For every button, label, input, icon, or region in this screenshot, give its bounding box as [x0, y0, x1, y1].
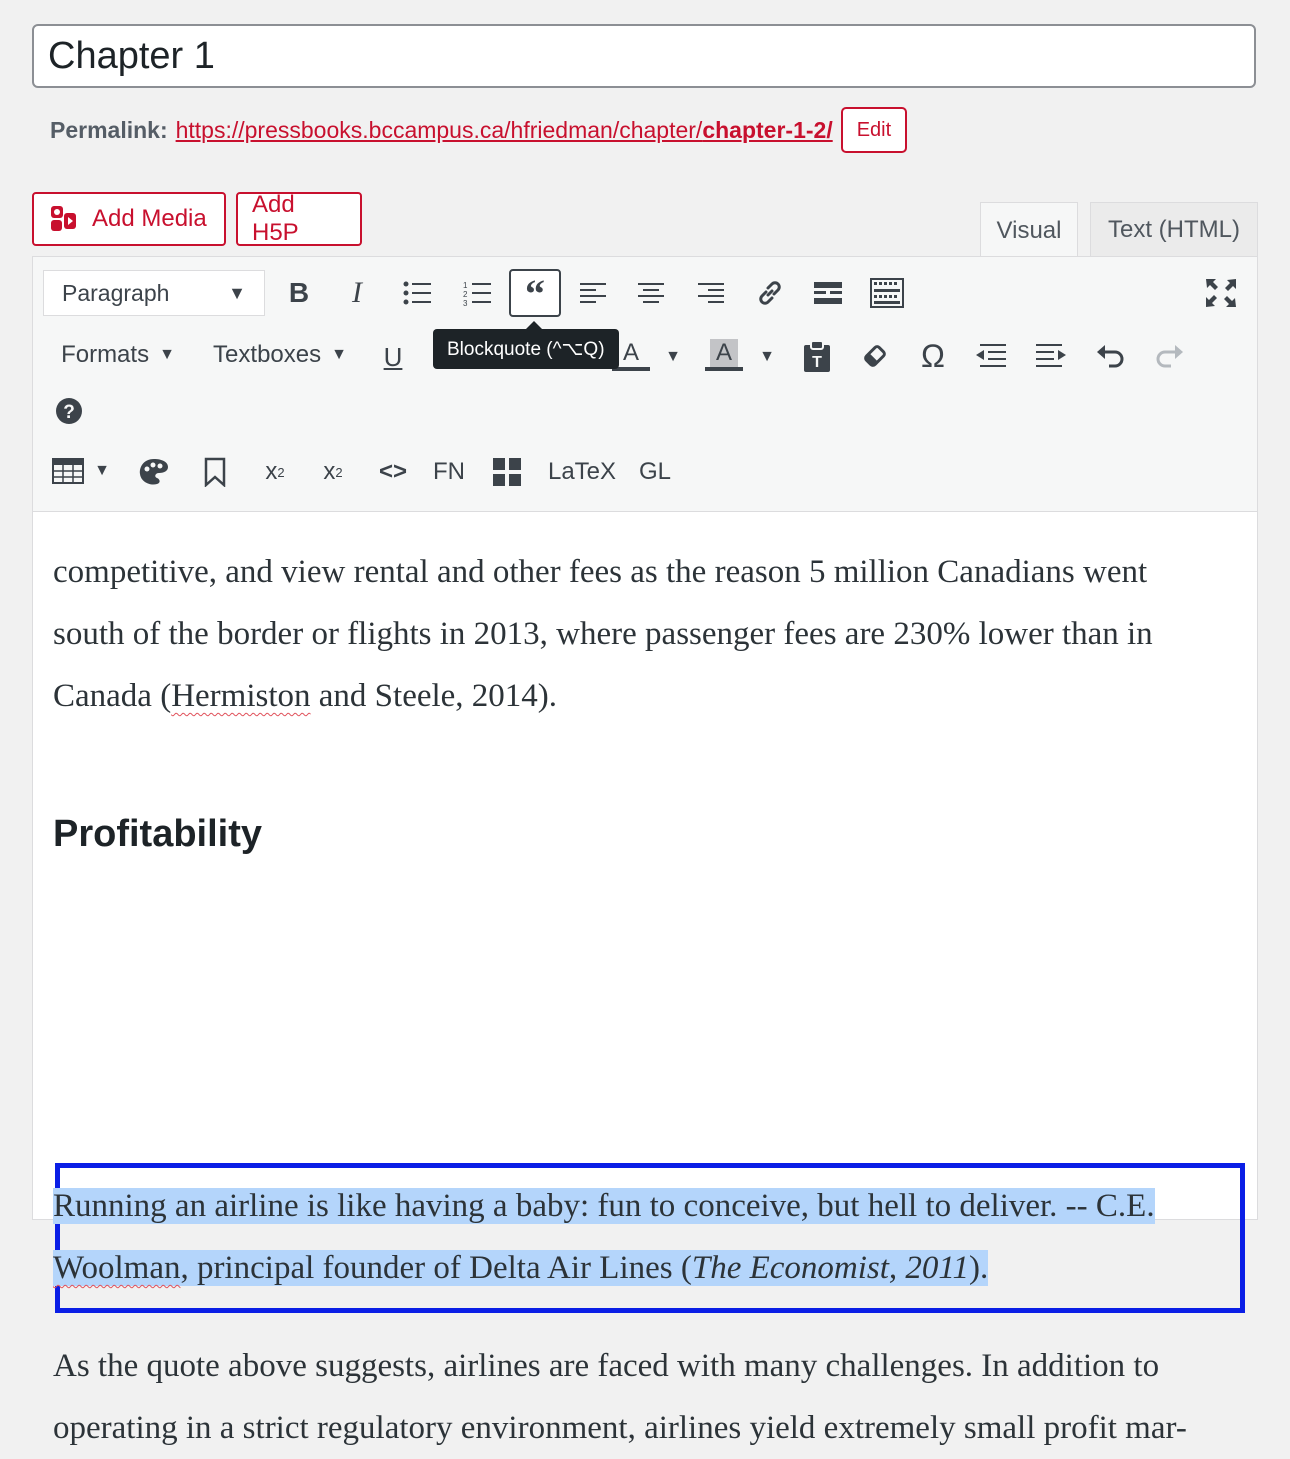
para1-line3-pre: Canada ( [53, 678, 172, 714]
chevron-down-icon: ▼ [228, 282, 246, 303]
media-icon [51, 206, 76, 231]
quote-line1: Running an airline is like having a baby… [53, 1188, 1155, 1224]
align-center-icon[interactable] [633, 271, 669, 315]
add-media-label: Add Media [92, 205, 207, 232]
format-select-value: Paragraph [62, 279, 170, 306]
svg-text:T: T [812, 354, 822, 371]
blockquote-icon[interactable]: “ [509, 269, 561, 317]
quote-line2-mid: , principal founder of Delta Air Lines ( [180, 1250, 692, 1286]
indent-icon[interactable] [1033, 335, 1069, 377]
permalink-slug: chapter-1-2/ [702, 116, 833, 143]
para2-line2: operating in a strict regulatory environ… [53, 1410, 1187, 1446]
add-h5p-button[interactable]: Add H5P [236, 191, 362, 246]
chevron-down-icon[interactable]: ▼ [661, 337, 685, 377]
format-select[interactable]: Paragraph ▼ [43, 270, 265, 316]
formats-menu[interactable]: Formats ▼ [53, 335, 183, 375]
svg-text:1: 1 [463, 281, 468, 290]
fullscreen-icon[interactable] [1201, 271, 1241, 315]
permalink-label: Permalink: [50, 116, 168, 143]
para1-line3-post: and Steele, 2014). [310, 678, 558, 714]
latex-button[interactable]: LaTeX [545, 451, 619, 493]
svg-text:?: ? [63, 402, 75, 423]
table-icon[interactable]: ▼ [49, 449, 113, 493]
clear-formatting-icon[interactable] [857, 335, 893, 377]
numbered-list-icon[interactable]: 123 [457, 271, 497, 315]
link-icon[interactable] [751, 271, 789, 315]
textboxes-menu-label: Textboxes [213, 341, 322, 368]
glossary-button[interactable]: GL [635, 451, 675, 493]
add-media-button[interactable]: Add Media [32, 192, 226, 246]
italic-icon[interactable]: I [339, 271, 375, 315]
background-color-icon[interactable]: A [705, 333, 743, 377]
blockquote-tooltip: Blockquote (^⌥Q) [433, 321, 619, 369]
paragraph-1: competitive, and view rental and other f… [53, 541, 1223, 727]
tab-text-html[interactable]: Text (HTML) [1090, 202, 1258, 256]
outdent-icon[interactable] [973, 335, 1009, 377]
chevron-down-icon: ▼ [331, 346, 347, 363]
align-left-icon[interactable] [575, 271, 611, 315]
bookmark-icon[interactable] [199, 451, 231, 493]
read-more-icon[interactable] [809, 271, 847, 315]
section-heading: Profitability [53, 813, 263, 855]
add-h5p-label: Add H5P [252, 191, 299, 246]
help-icon[interactable]: ? [51, 393, 87, 429]
editor-toolbar: Paragraph ▼ B I 123 “ Formats ▼ Textboxe… [33, 257, 1257, 512]
code-icon[interactable]: <> [373, 451, 413, 493]
formats-menu-label: Formats [61, 341, 150, 368]
para1-line2: south of the border or flights in 2013, … [53, 616, 1153, 652]
undo-icon[interactable] [1091, 335, 1129, 377]
selected-quote: Running an airline is like having a baby… [53, 1175, 1213, 1299]
subscript-icon[interactable]: x2 [313, 451, 353, 493]
post-title-input[interactable]: Chapter 1 [32, 24, 1256, 88]
paste-text-icon[interactable]: T [799, 335, 835, 377]
palette-icon[interactable] [135, 451, 173, 493]
tab-visual[interactable]: Visual [980, 202, 1078, 258]
paragraph-2: As the quote above suggests, airlines ar… [53, 1335, 1223, 1459]
grid-icon[interactable] [489, 451, 525, 493]
quote-citation: The Economist, 2011 [691, 1250, 969, 1286]
edit-permalink-button[interactable]: Edit [840, 107, 908, 153]
permalink-row: Permalink: https://pressbooks.bccampus.c… [50, 106, 908, 154]
misspelled-word[interactable]: Woolman [53, 1250, 181, 1286]
bullet-list-icon[interactable] [397, 271, 437, 315]
misspelled-word[interactable]: Hermiston [171, 678, 310, 714]
svg-text:2: 2 [463, 290, 468, 299]
chevron-down-icon: ▼ [159, 346, 175, 363]
superscript-icon[interactable]: x2 [255, 451, 295, 493]
underline-icon[interactable]: U [375, 337, 411, 377]
textboxes-menu[interactable]: Textboxes ▼ [205, 335, 355, 375]
bold-icon[interactable]: B [281, 271, 317, 315]
permalink-base: https://pressbooks.bccampus.ca/hfriedman… [175, 116, 703, 143]
align-right-icon[interactable] [693, 271, 729, 315]
bg-color-letter: A [709, 339, 738, 367]
chevron-down-icon[interactable]: ▼ [755, 337, 779, 377]
quote-line2-end: ). [968, 1250, 989, 1286]
redo-icon[interactable] [1151, 335, 1189, 377]
special-character-icon[interactable]: Ω [915, 335, 951, 377]
svg-text:3: 3 [463, 299, 468, 306]
toolbar-toggle-icon[interactable] [867, 271, 907, 315]
chevron-down-icon: ▼ [94, 462, 110, 479]
footnote-button[interactable]: FN [429, 451, 469, 493]
permalink-link[interactable]: https://pressbooks.bccampus.ca/hfriedman… [176, 117, 833, 144]
para1-line1: competitive, and view rental and other f… [53, 554, 1148, 590]
text-color-letter: A [622, 339, 639, 366]
editor-container: Paragraph ▼ B I 123 “ Formats ▼ Textboxe… [32, 256, 1258, 1446]
para2-line1: As the quote above suggests, airlines ar… [53, 1348, 1160, 1384]
